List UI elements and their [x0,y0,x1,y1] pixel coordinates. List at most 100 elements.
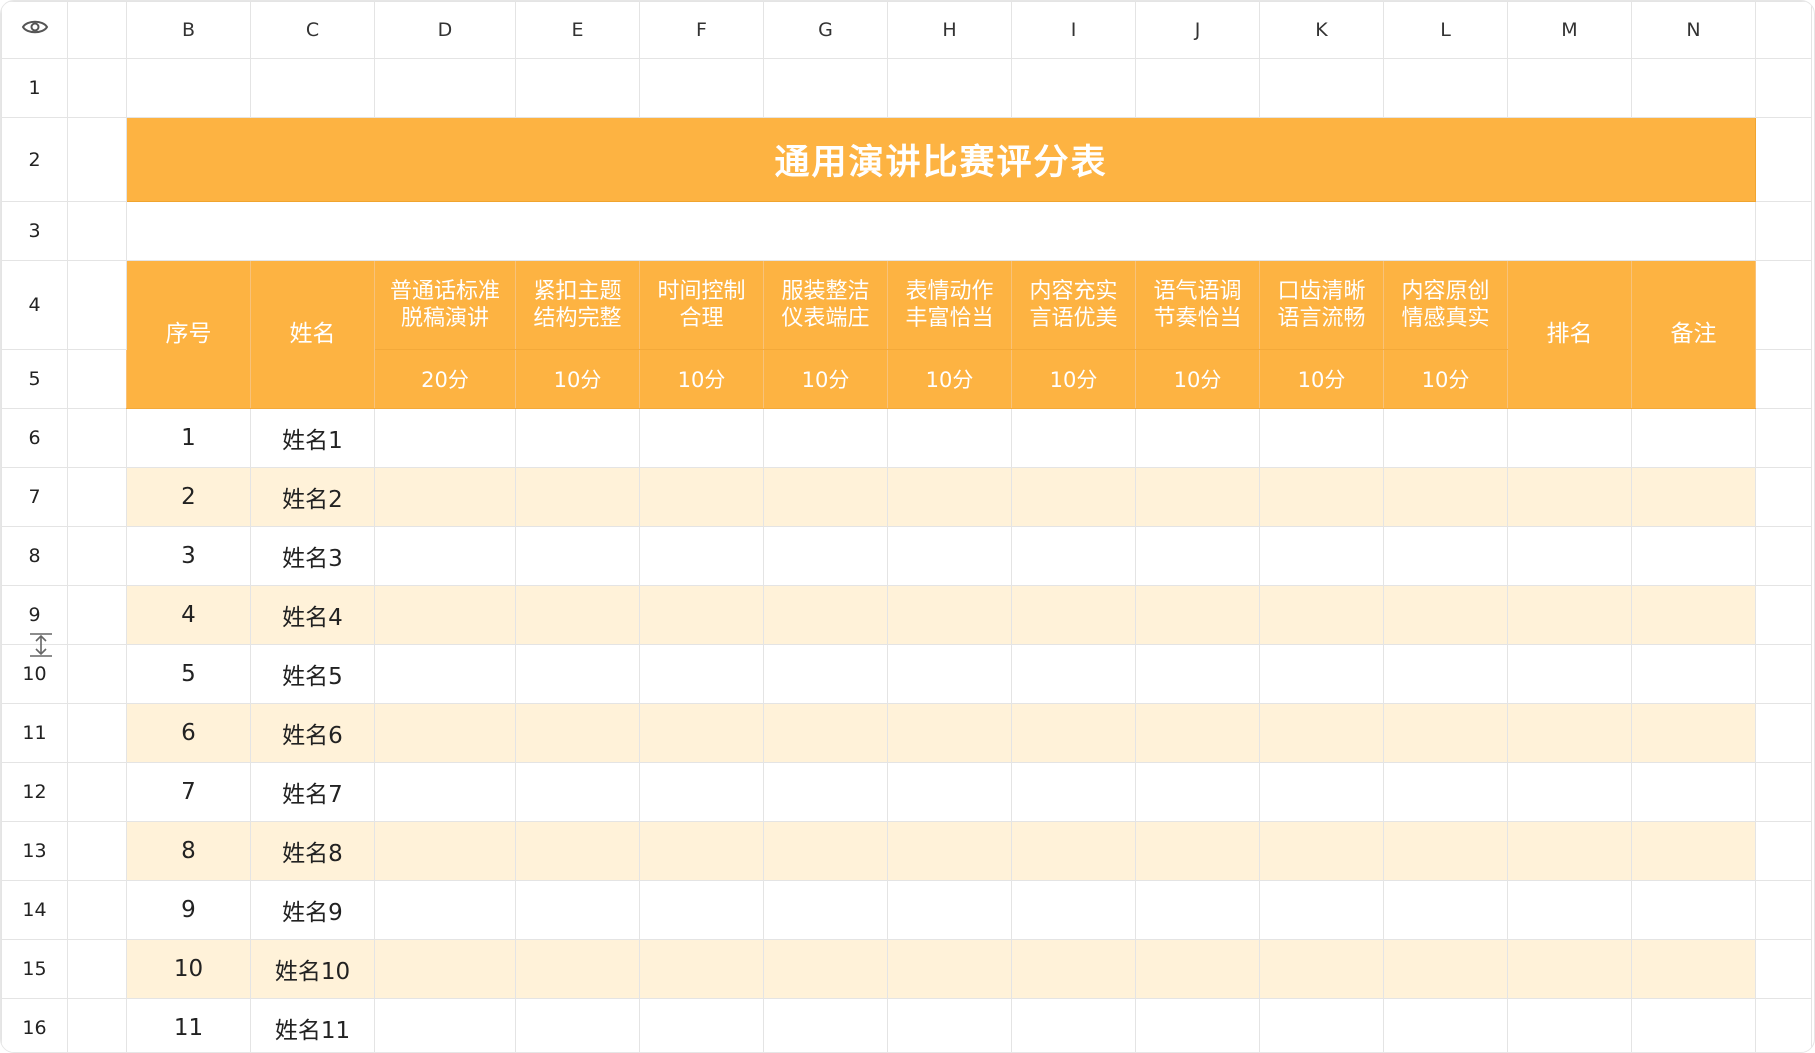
score-input-cell[interactable] [1631,998,1756,1052]
cell[interactable] [515,58,640,118]
score-input-cell[interactable] [1011,939,1136,999]
score-input-cell[interactable] [1011,526,1136,586]
score-input-cell[interactable] [1135,998,1260,1052]
column-header-f[interactable]: F [639,1,764,59]
column-header-d[interactable]: D [374,1,516,59]
header-rank[interactable]: 排名 [1507,260,1632,409]
score-input-cell[interactable] [1507,703,1632,763]
score-input-cell[interactable] [1259,526,1384,586]
name-cell[interactable]: 姓名5 [250,644,375,704]
cell[interactable] [67,998,127,1052]
name-cell[interactable]: 姓名3 [250,526,375,586]
score-input-cell[interactable] [515,467,640,527]
column-header-l[interactable]: L [1383,1,1508,59]
score-input-cell[interactable] [374,408,516,468]
score-input-cell[interactable] [515,762,640,822]
score-input-cell[interactable] [763,467,888,527]
header-criterion[interactable]: 服装整洁 仪表端庄 [763,260,888,350]
cell[interactable] [1755,526,1812,586]
score-input-cell[interactable] [1135,703,1260,763]
max-score[interactable]: 10分 [639,349,764,409]
score-input-cell[interactable] [1507,644,1632,704]
cell[interactable] [1755,703,1812,763]
score-input-cell[interactable] [639,998,764,1052]
name-cell[interactable]: 姓名1 [250,408,375,468]
cell[interactable] [1755,644,1812,704]
cell[interactable] [67,467,127,527]
score-input-cell[interactable] [1011,880,1136,940]
score-input-cell[interactable] [763,880,888,940]
column-header-e[interactable]: E [515,1,640,59]
score-input-cell[interactable] [374,644,516,704]
score-input-cell[interactable] [1631,821,1756,881]
score-input-cell[interactable] [887,644,1012,704]
score-input-cell[interactable] [1011,762,1136,822]
cell[interactable] [67,58,127,118]
cell[interactable] [67,821,127,881]
score-input-cell[interactable] [1135,880,1260,940]
name-cell[interactable]: 姓名4 [250,585,375,645]
score-input-cell[interactable] [1631,939,1756,999]
row-header[interactable]: 4 [1,260,68,350]
sheet-title[interactable]: 通用演讲比赛评分表 [126,117,1756,202]
row-header[interactable]: 14 [1,880,68,940]
score-input-cell[interactable] [515,585,640,645]
cell[interactable] [1755,58,1812,118]
score-input-cell[interactable] [1507,408,1632,468]
score-input-cell[interactable] [763,821,888,881]
header-criterion[interactable]: 内容充实 言语优美 [1011,260,1136,350]
row-header[interactable]: 1 [1,58,68,118]
row-header[interactable]: 2 [1,117,68,202]
score-input-cell[interactable] [763,762,888,822]
score-input-cell[interactable] [1631,762,1756,822]
score-input-cell[interactable] [639,939,764,999]
score-input-cell[interactable] [639,526,764,586]
cell[interactable] [67,408,127,468]
cell[interactable] [887,58,1012,118]
cell[interactable] [763,58,888,118]
cell[interactable] [639,58,764,118]
score-input-cell[interactable] [1507,585,1632,645]
score-input-cell[interactable] [1135,467,1260,527]
score-input-cell[interactable] [1383,703,1508,763]
name-cell[interactable]: 姓名7 [250,762,375,822]
score-input-cell[interactable] [1011,644,1136,704]
score-input-cell[interactable] [1259,821,1384,881]
score-input-cell[interactable] [515,526,640,586]
score-input-cell[interactable] [1259,939,1384,999]
score-input-cell[interactable] [639,703,764,763]
score-input-cell[interactable] [639,762,764,822]
cell[interactable] [1507,58,1632,118]
row-resize-icon[interactable] [28,632,54,658]
score-input-cell[interactable] [1011,821,1136,881]
score-input-cell[interactable] [1383,585,1508,645]
cell[interactable] [1259,58,1384,118]
score-input-cell[interactable] [1631,526,1756,586]
cell[interactable] [67,939,127,999]
score-input-cell[interactable] [374,585,516,645]
header-remark[interactable]: 备注 [1631,260,1756,409]
score-input-cell[interactable] [374,762,516,822]
score-input-cell[interactable] [763,526,888,586]
row-header[interactable]: 13 [1,821,68,881]
score-input-cell[interactable] [1135,939,1260,999]
cell[interactable] [1755,260,1812,350]
cell[interactable] [1383,58,1508,118]
max-score[interactable]: 10分 [1259,349,1384,409]
cell[interactable] [67,260,127,350]
column-header-j[interactable]: J [1135,1,1260,59]
score-input-cell[interactable] [1507,998,1632,1052]
cell[interactable] [67,644,127,704]
column-header-b[interactable]: B [126,1,251,59]
score-input-cell[interactable] [374,880,516,940]
cell[interactable] [67,349,127,409]
max-score[interactable]: 10分 [1135,349,1260,409]
cell[interactable] [1631,58,1756,118]
score-input-cell[interactable] [763,998,888,1052]
max-score[interactable]: 10分 [1011,349,1136,409]
seq-cell[interactable]: 9 [126,880,251,940]
score-input-cell[interactable] [887,821,1012,881]
seq-cell[interactable]: 6 [126,703,251,763]
max-score[interactable]: 10分 [763,349,888,409]
score-input-cell[interactable] [1507,762,1632,822]
